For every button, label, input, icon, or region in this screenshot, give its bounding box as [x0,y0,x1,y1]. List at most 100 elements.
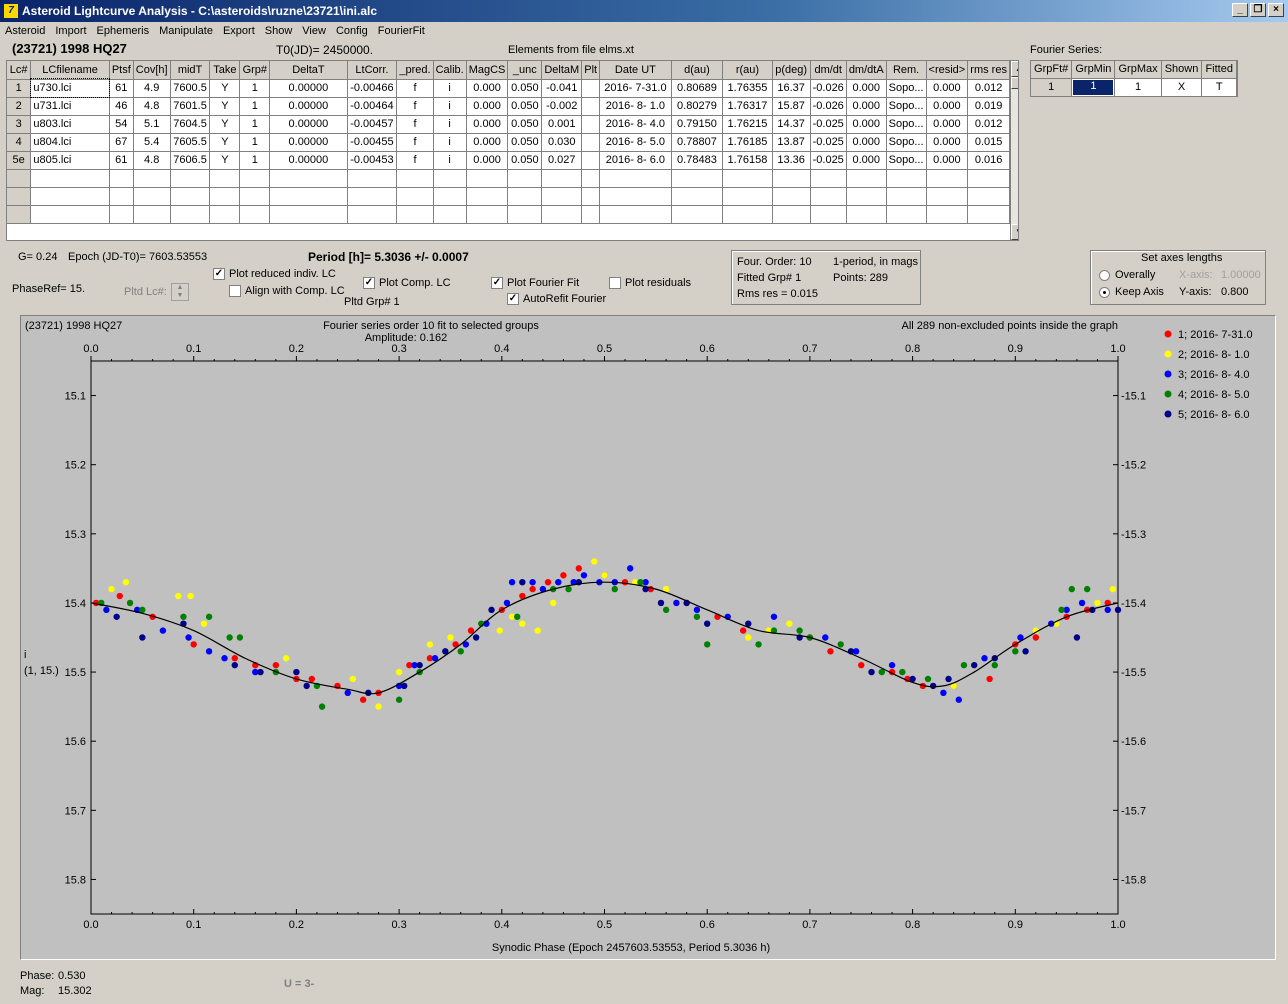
table-cell[interactable] [109,187,134,206]
table-cell[interactable]: 0.050 [507,133,543,152]
table-cell[interactable] [133,169,171,188]
row-number[interactable]: 5e [7,151,32,170]
table-cell[interactable]: Sopo... [886,115,927,134]
column-header[interactable]: Rem. [886,61,927,80]
table-cell[interactable]: 67 [109,133,134,152]
table-cell[interactable]: 0.000 [466,115,509,134]
table-row[interactable]: 5e u805.lci 61 4.8 7606.5 Y 1 0.00000 -0.00453 f i… [7,151,1010,170]
table-cell[interactable]: -0.026 [810,97,847,116]
table-cell[interactable]: -0.00453 [347,151,398,170]
table-cell[interactable]: 0.030 [541,133,583,152]
table-cell[interactable] [433,169,467,188]
row-number[interactable] [7,169,32,188]
table-cell[interactable]: 0.00000 [269,79,348,98]
column-header[interactable]: <resid> [926,61,969,80]
column-header[interactable]: Plt [581,61,601,80]
column-header[interactable]: midT [170,61,211,80]
table-cell[interactable] [541,169,583,188]
table-cell[interactable] [239,205,271,224]
table-cell[interactable]: 0.00000 [269,97,348,116]
column-header[interactable]: DeltaT [269,61,348,80]
table-cell[interactable] [347,187,398,206]
plot-reduced-checkbox[interactable]: ✓ Plot reduced indiv. LC [213,268,336,281]
fourier-shown-cell[interactable]: X [1161,78,1203,96]
row-number[interactable]: 2 [7,97,32,116]
table-cell[interactable] [581,133,601,152]
fourier-fitted-cell[interactable]: T [1201,78,1237,96]
column-header[interactable]: Calib. [433,61,467,80]
table-cell[interactable]: Y [209,133,241,152]
table-cell[interactable]: -0.00466 [347,79,398,98]
fourier-grpmax-cell[interactable]: 1 [1114,78,1162,96]
table-cell[interactable]: 1 [239,115,271,134]
table-cell[interactable] [846,169,887,188]
table-cell[interactable] [466,169,509,188]
table-cell[interactable]: 0.050 [507,97,543,116]
menu-manipulate[interactable]: Manipulate [154,25,218,37]
table-cell[interactable]: 0.000 [926,151,969,170]
table-cell[interactable]: 0.78807 [671,133,724,152]
table-row[interactable]: 3 u803.lci 54 5.1 7604.5 Y 1 0.00000 -0.00457 f i 0… [7,115,1010,134]
table-cell[interactable]: -0.026 [810,79,847,98]
table-cell[interactable] [772,169,811,188]
table-cell[interactable] [30,169,110,188]
table-cell[interactable] [772,187,811,206]
table-cell[interactable] [846,187,887,206]
table-cell[interactable] [239,169,271,188]
table-cell[interactable]: 4.9 [133,79,171,98]
table-cell[interactable]: 1.76317 [722,97,773,116]
table-cell[interactable] [967,205,1010,224]
table-cell[interactable]: 5.4 [133,133,171,152]
scroll-down-icon[interactable]: ▼ [1011,224,1018,240]
x-axis-value[interactable]: 1.00000 [1221,269,1261,281]
table-cell[interactable] [396,205,434,224]
table-cell[interactable] [810,205,847,224]
column-header[interactable]: Take [209,61,241,80]
table-cell[interactable]: Y [209,97,241,116]
table-cell[interactable] [269,169,348,188]
table-row[interactable]: 1 u730.lci 61 4.9 7600.5 Y 1 0.00000 -0.00466 f i 0… [7,78,1010,98]
table-cell[interactable] [239,187,271,206]
table-cell[interactable]: Sopo... [886,133,927,152]
restore-button[interactable]: ❐ [1250,3,1266,17]
table-cell[interactable]: 0.012 [967,115,1010,134]
table-cell[interactable] [507,205,543,224]
table-cell[interactable]: 0.00000 [269,133,348,152]
plot-area[interactable] [90,360,1119,915]
table-cell[interactable] [109,205,134,224]
plot-comp-checkbox[interactable]: ✓ Plot Comp. LC [363,277,451,290]
table-cell[interactable] [967,187,1010,206]
table-cell[interactable]: i [433,97,467,116]
table-cell[interactable]: Sopo... [886,151,927,170]
menu-fourierfit[interactable]: FourierFit [373,25,430,37]
table-cell[interactable]: u730.lci [29,78,111,98]
table-cell[interactable]: 61 [109,79,134,98]
table-cell[interactable] [466,187,509,206]
table-cell[interactable]: 13.36 [772,151,811,170]
table-cell[interactable]: 15.87 [772,97,811,116]
table-cell[interactable] [581,79,601,98]
table-cell[interactable] [846,205,887,224]
column-header[interactable]: _pred. [396,61,434,80]
table-cell[interactable] [926,169,969,188]
table-cell[interactable]: 0.000 [926,115,969,134]
table-cell[interactable] [541,187,583,206]
table-cell[interactable]: Y [209,79,241,98]
table-cell[interactable] [722,205,773,224]
table-cell[interactable] [810,169,847,188]
table-cell[interactable]: 13.87 [772,133,811,152]
table-cell[interactable]: 0.012 [967,79,1010,98]
keep-axis-radio[interactable]: Keep Axis [1099,286,1164,298]
table-cell[interactable]: 2016- 8- 4.0 [599,115,672,134]
table-cell[interactable]: 61 [109,151,134,170]
table-cell[interactable]: -0.025 [810,115,847,134]
table-cell[interactable]: -0.041 [541,79,583,98]
scroll-up-icon[interactable]: ▲ [1011,61,1018,77]
table-cell[interactable] [507,169,543,188]
row-number[interactable]: 3 [7,115,32,134]
minimize-button[interactable]: _ [1232,3,1248,17]
column-header[interactable]: Lc# [7,61,32,80]
table-cell[interactable]: u804.lci [30,133,110,152]
lightcurve-chart[interactable]: (23721) 1998 HQ27 Fourier series order 1… [21,316,1275,959]
table-cell[interactable]: 0.80689 [671,79,724,98]
